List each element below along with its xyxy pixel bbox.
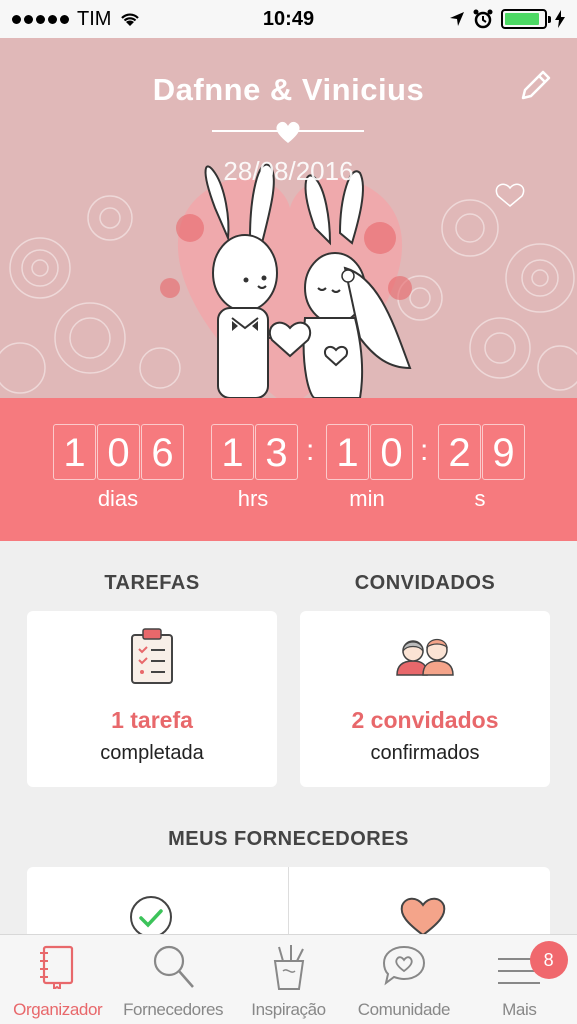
- vendors-section-title: MEUS FORNECEDORES: [168, 828, 409, 850]
- hours-label: hrs: [237, 486, 269, 511]
- days-label: dias: [97, 486, 139, 511]
- couple-icon: [396, 638, 454, 676]
- guests-card[interactable]: 2 convidados confirmados: [300, 611, 550, 787]
- clipboard-icon: [131, 628, 173, 684]
- minutes-digit: 0: [370, 424, 413, 480]
- tab-label: Fornecedores: [123, 1000, 224, 1019]
- heart-icon: [276, 121, 300, 143]
- pencil-cup-icon: [273, 945, 304, 990]
- tab-label: Mais: [502, 1000, 537, 1019]
- hours-digit: 1: [211, 424, 254, 480]
- tasks-card[interactable]: 1 tarefa completada: [27, 611, 277, 787]
- tasks-count: 1 tarefa: [111, 707, 193, 733]
- guests-status: confirmados: [370, 742, 480, 764]
- wifi-icon: [121, 13, 140, 26]
- tab-label: Organizador: [13, 1000, 103, 1019]
- couple-names: Dafnne & Vinicius: [152, 72, 425, 107]
- location-arrow-icon: [450, 12, 464, 26]
- tab-organizador[interactable]: Organizador: [0, 935, 115, 1024]
- tasks-status: completada: [100, 742, 204, 764]
- wedding-hero: Dafnne & Vinicius 28/08/2016: [0, 38, 577, 398]
- tab-label: Inspiração: [251, 1000, 326, 1019]
- alarm-clock-icon: [473, 9, 493, 29]
- carrier-name: TIM: [77, 7, 112, 30]
- hours-digit: 3: [255, 424, 298, 480]
- notification-badge: 8: [529, 941, 568, 979]
- seconds-digit: 2: [438, 424, 481, 480]
- days-digit: 1: [53, 424, 96, 480]
- signal-strength-icon: [12, 14, 69, 24]
- search-icon: [154, 945, 195, 988]
- tab-label: Comunidade: [357, 1000, 451, 1019]
- guests-count: 2 convidados: [351, 707, 499, 733]
- status-bar: TIM 10:49: [0, 0, 577, 38]
- notebook-icon: [39, 945, 73, 989]
- time-separator: :: [420, 434, 429, 467]
- tasks-section-title: TAREFAS: [104, 572, 200, 594]
- time-separator: :: [306, 434, 315, 467]
- heart-icon: [400, 897, 446, 937]
- days-digit: 0: [97, 424, 140, 480]
- tab-inspiracao[interactable]: Inspiração: [231, 935, 346, 1024]
- charging-bolt-icon: [555, 10, 565, 28]
- tab-comunidade[interactable]: Comunidade: [346, 935, 461, 1024]
- guests-section-title: CONVIDADOS: [354, 572, 496, 594]
- tab-mais[interactable]: 8 Mais: [462, 935, 577, 1024]
- battery-icon: [501, 9, 551, 29]
- wedding-countdown: 1 0 6 1 3 : 1 0 : 2 9 dias hrs min s: [0, 398, 577, 541]
- seconds-label: s: [474, 486, 486, 511]
- pencil-icon[interactable]: [517, 68, 553, 104]
- minutes-label: min: [349, 486, 385, 511]
- minutes-digit: 1: [326, 424, 369, 480]
- tab-fornecedores[interactable]: Fornecedores: [115, 935, 230, 1024]
- tab-bar: Organizador Fornecedores Inspiração Comu…: [0, 934, 577, 1024]
- seconds-digit: 9: [482, 424, 525, 480]
- carrier-signal: TIM: [12, 8, 141, 31]
- chat-heart-icon: [382, 945, 425, 986]
- days-digit: 6: [141, 424, 184, 480]
- wedding-date: 28/08/2016: [223, 156, 354, 186]
